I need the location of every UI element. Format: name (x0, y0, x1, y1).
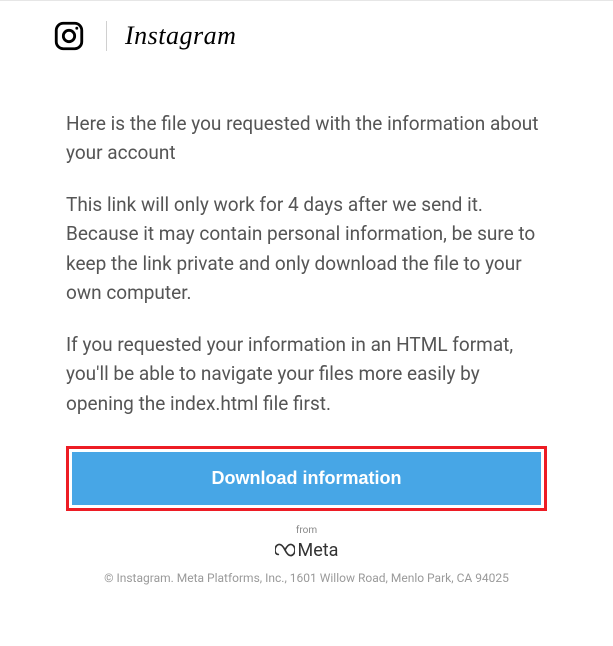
from-label: from (66, 525, 547, 536)
download-information-button[interactable]: Download information (72, 452, 541, 505)
email-header: Instagram (0, 1, 613, 71)
meta-infinity-icon (275, 543, 295, 557)
privacy-paragraph: This link will only work for 4 days afte… (66, 190, 547, 308)
instagram-icon (52, 19, 86, 53)
meta-label: Meta (298, 540, 339, 561)
header-divider (106, 21, 107, 51)
intro-paragraph: Here is the file you requested with the … (66, 109, 547, 168)
html-format-paragraph: If you requested your information in an … (66, 330, 547, 418)
email-body: Here is the file you requested with the … (0, 71, 613, 585)
instagram-logo-text: Instagram (125, 21, 236, 51)
email-footer: from Meta © Instagram. Meta Platforms, I… (66, 511, 547, 586)
meta-logo: Meta (275, 540, 339, 561)
download-button-highlight: Download information (66, 446, 547, 511)
copyright-text: © Instagram. Meta Platforms, Inc., 1601 … (66, 571, 547, 585)
